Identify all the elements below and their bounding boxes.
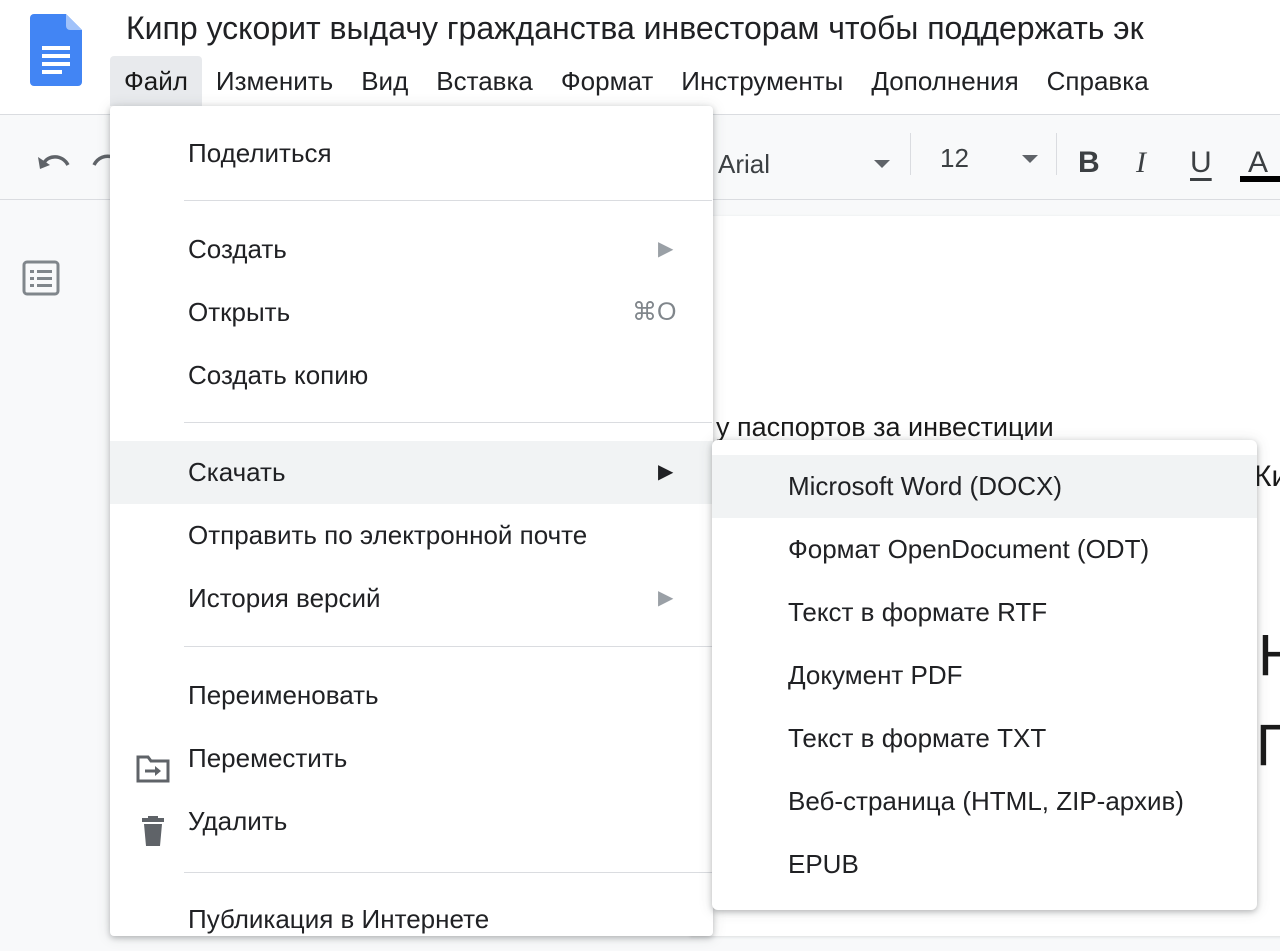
menu-item-create[interactable]: Создать ▶ xyxy=(110,218,713,281)
document-text-line: Ки xyxy=(1254,460,1280,493)
file-menu: Поделиться Создать ▶ Открыть ⌘O Создать … xyxy=(110,106,713,936)
text-color-swatch xyxy=(1240,176,1280,182)
menu-divider xyxy=(184,872,712,873)
font-size-select[interactable]: 12 xyxy=(940,141,969,175)
menu-item-label: Удалить xyxy=(188,806,288,836)
menu-addons[interactable]: Дополнения xyxy=(857,56,1032,106)
document-title[interactable]: Кипр ускорит выдачу гражданства инвестор… xyxy=(126,8,1144,48)
menu-bar: Файл Изменить Вид Вставка Формат Инструм… xyxy=(110,56,1163,106)
bold-button[interactable]: B xyxy=(1078,143,1100,183)
menu-item-make-copy[interactable]: Создать копию xyxy=(110,344,713,407)
menu-item-email[interactable]: Отправить по электронной почте xyxy=(110,504,713,567)
menu-edit[interactable]: Изменить xyxy=(202,56,347,106)
menu-item-label: Формат OpenDocument (ODT) xyxy=(788,534,1150,564)
menu-tools[interactable]: Инструменты xyxy=(667,56,857,106)
menu-item-move[interactable]: Переместить xyxy=(110,727,713,790)
font-size-caret-icon[interactable] xyxy=(1022,155,1038,163)
menu-insert[interactable]: Вставка xyxy=(422,56,547,106)
menu-item-label: Веб-страница (HTML, ZIP-архив) xyxy=(788,786,1184,816)
keyboard-shortcut: ⌘O xyxy=(632,298,677,326)
google-docs-icon[interactable] xyxy=(30,14,82,86)
menu-item-label: Открыть xyxy=(188,297,291,327)
download-option-odt[interactable]: Формат OpenDocument (ODT) xyxy=(712,518,1257,581)
menu-item-download[interactable]: Скачать ▶ xyxy=(110,441,713,504)
submenu-arrow-icon: ▶ xyxy=(658,461,674,483)
submenu-arrow-icon: ▶ xyxy=(658,587,674,609)
menu-item-label: Создать копию xyxy=(188,360,369,390)
toolbar-divider xyxy=(1056,133,1057,175)
app-header: Кипр ускорит выдачу гражданства инвестор… xyxy=(0,0,1280,115)
menu-help[interactable]: Справка xyxy=(1033,56,1163,106)
font-family-caret-icon[interactable] xyxy=(874,160,890,168)
document-heading-line: Н xyxy=(1258,623,1280,688)
italic-button[interactable]: I xyxy=(1136,143,1146,183)
menu-item-label: Документ PDF xyxy=(788,660,963,690)
download-option-pdf[interactable]: Документ PDF xyxy=(712,644,1257,707)
menu-file[interactable]: Файл xyxy=(110,56,202,106)
menu-item-label: Переместить xyxy=(188,743,348,773)
download-option-rtf[interactable]: Текст в формате RTF xyxy=(712,581,1257,644)
trash-icon xyxy=(136,806,170,869)
download-option-txt[interactable]: Текст в формате TXT xyxy=(712,707,1257,770)
menu-divider xyxy=(184,200,712,201)
menu-item-label: Текст в формате RTF xyxy=(788,597,1048,627)
menu-item-label: Поделиться xyxy=(188,138,332,168)
menu-item-open[interactable]: Открыть ⌘O xyxy=(110,281,713,344)
download-option-epub[interactable]: EPUB xyxy=(712,833,1257,896)
redo-icon[interactable] xyxy=(92,149,113,182)
menu-divider xyxy=(184,646,712,647)
menu-item-label: EPUB xyxy=(788,849,859,879)
menu-item-delete[interactable]: Удалить xyxy=(110,790,713,853)
undo-icon[interactable] xyxy=(36,149,72,182)
menu-item-label: Microsoft Word (DOCX) xyxy=(788,471,1062,501)
menu-item-label: Текст в формате TXT xyxy=(788,723,1047,753)
document-heading-line: П xyxy=(1256,713,1280,778)
download-option-html[interactable]: Веб-страница (HTML, ZIP-архив) xyxy=(712,770,1257,833)
download-option-docx[interactable]: Microsoft Word (DOCX) xyxy=(712,455,1257,518)
menu-divider xyxy=(184,422,712,423)
menu-item-share[interactable]: Поделиться xyxy=(110,122,713,185)
menu-item-label: История версий xyxy=(188,583,381,613)
underline-button[interactable]: U xyxy=(1190,143,1212,183)
menu-item-label: Скачать xyxy=(188,457,286,487)
document-text-line: у паспортов за инвестиции xyxy=(716,412,1054,442)
menu-item-rename[interactable]: Переименовать xyxy=(110,664,713,727)
menu-item-label: Создать xyxy=(188,234,287,264)
menu-format[interactable]: Формат xyxy=(547,56,667,106)
menu-item-label: Переименовать xyxy=(188,680,379,710)
menu-item-version-history[interactable]: История версий ▶ xyxy=(110,567,713,630)
download-submenu: Microsoft Word (DOCX) Формат OpenDocumen… xyxy=(712,440,1257,910)
toolbar-divider xyxy=(910,133,911,175)
document-outline-icon[interactable] xyxy=(22,260,60,301)
submenu-arrow-icon: ▶ xyxy=(658,238,674,260)
menu-view[interactable]: Вид xyxy=(347,56,422,106)
font-family-select[interactable]: Arial xyxy=(718,147,770,181)
menu-item-label: Отправить по электронной почте xyxy=(188,520,588,550)
